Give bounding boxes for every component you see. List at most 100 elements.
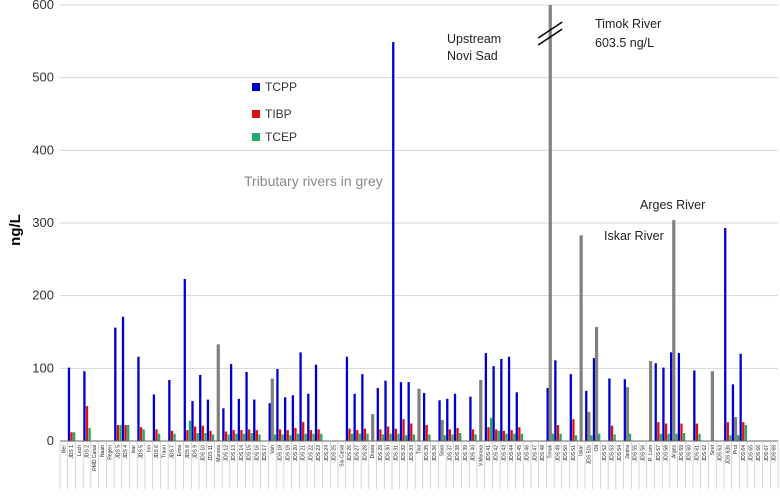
x-category-label: JDS 33 <box>409 445 415 462</box>
bar-tibp-38 <box>356 430 359 441</box>
bar-tcpp-69 <box>592 358 596 441</box>
bar-tcpp-8 <box>121 316 125 441</box>
bar-tibp-44 <box>402 419 405 441</box>
annotation: Novi Sad <box>447 49 498 63</box>
bar-tcpp-23 <box>237 398 240 441</box>
bar-tibp-47 <box>425 425 428 441</box>
bar-tibp-28 <box>278 429 282 441</box>
ftp-concentration-chart: 0100200300400500600 Iller JDS 1 Lech JDS 2R… <box>7 0 779 489</box>
x-category-label: JDS 10 <box>200 445 206 462</box>
bar-tributaries-27 <box>270 378 274 441</box>
bar-tibp-56 <box>495 429 498 441</box>
bar-tibp-64 <box>556 425 560 441</box>
legend-swatch-tcep <box>252 133 260 141</box>
bar-tcpp-78 <box>662 367 665 441</box>
x-category-label: JDS 45 <box>517 445 523 462</box>
bar-tibp-78 <box>664 423 668 441</box>
y-tick-label: 300 <box>32 215 54 230</box>
x-category-label: Tisa <box>417 445 423 454</box>
bar-tcpp-50 <box>446 398 449 441</box>
bar-tcpp-56 <box>492 366 495 441</box>
bar-tibp-42 <box>386 426 390 441</box>
bar-tcpp-22 <box>229 363 233 441</box>
x-category-label: JDS 54 <box>617 445 623 462</box>
bar-tcpp-41 <box>376 387 379 441</box>
bar-tributaries-49 <box>440 419 444 441</box>
bar-tcep-49 <box>443 435 446 441</box>
bar-tcep-45 <box>412 434 416 441</box>
x-category-label: Sava <box>440 445 446 457</box>
x-category-label: JDS 63b <box>725 445 731 464</box>
bar-tcep-87 <box>736 435 740 441</box>
x-category-label: JDS 23 <box>316 445 322 462</box>
x-category-label: JDS 63 <box>718 445 724 462</box>
bar-tibp-53 <box>471 429 475 441</box>
bar-tcep-51 <box>459 433 462 441</box>
bar-tibp-66 <box>572 419 575 441</box>
bar-tcep-7 <box>119 425 122 441</box>
bar-tcep-22 <box>235 433 238 441</box>
bar-tibp-18 <box>201 425 204 441</box>
bar-tcpp-53 <box>469 396 472 441</box>
bar-tcep-28 <box>281 434 284 441</box>
x-category-label: JDS 32 <box>401 445 407 462</box>
bar-tributaries-76 <box>649 361 653 441</box>
bar-tcpp-66 <box>569 374 572 441</box>
bar-tibp-58 <box>510 430 513 441</box>
x-category-label: Prut <box>733 444 739 454</box>
bar-tcpp-68 <box>585 390 588 441</box>
x-category-label: JDS 39 <box>463 445 469 462</box>
x-category-label: JDS 2 <box>85 445 91 459</box>
x-category-label: JDS 65 <box>748 445 754 462</box>
x-category-label: JDS 35 <box>424 445 430 462</box>
bar-tcpp-31 <box>299 352 302 441</box>
x-category-label: Traun <box>162 445 168 458</box>
bar-tcep-47 <box>428 434 431 441</box>
bar-tcpp-43 <box>392 42 395 442</box>
bar-tibp-12 <box>155 429 158 441</box>
bar-tcep-53 <box>474 434 477 441</box>
bar-tcep-58 <box>513 433 516 441</box>
bar-tcpp-18 <box>199 374 202 441</box>
bar-tibp-7 <box>116 425 120 441</box>
bar-tcpp-88 <box>739 353 742 441</box>
bar-tibp-22 <box>232 430 235 441</box>
x-category-label: JDS 13 <box>231 445 237 462</box>
x-category-label: JDS 60 <box>687 445 693 462</box>
bar-tcep-33 <box>320 433 323 441</box>
x-category-label: Jantra <box>625 445 631 459</box>
bar-tibp-14 <box>170 430 174 441</box>
bar-tibp-29 <box>286 430 289 441</box>
bar-tcep-38 <box>358 433 361 441</box>
bar-tcep-55 <box>489 417 493 441</box>
bar-tibp-41 <box>379 429 382 441</box>
bar-tcep-82 <box>698 433 701 441</box>
y-tick-label: 0 <box>47 433 54 448</box>
y-tick-label: 600 <box>32 0 54 12</box>
bar-tcpp-79 <box>670 352 673 441</box>
x-category-label: JDS 26 <box>347 445 353 462</box>
x-category-label: JDS 48 <box>540 445 546 462</box>
bar-tcep-24 <box>250 433 253 441</box>
x-category-label: JDS 36 <box>432 445 438 462</box>
bar-tcep-19 <box>212 434 215 441</box>
x-category-label: Regen <box>108 445 114 460</box>
bar-tcpp-28 <box>276 369 279 441</box>
x-category-label: JDS 5 <box>139 445 145 459</box>
bar-tcep-80 <box>682 433 686 441</box>
x-category-label: JDS 5 <box>115 445 121 459</box>
bar-tcep-10 <box>142 429 145 441</box>
bar-tcep-50 <box>451 434 454 441</box>
bar-tcpp-30 <box>291 395 295 441</box>
x-category-label: JDS 14 <box>239 445 245 462</box>
bar-tributaries-46 <box>417 388 421 441</box>
x-category-label: JDS 57 <box>656 445 662 462</box>
x-category-label: JDS 59 <box>679 445 685 462</box>
annotation: Upstream <box>447 32 501 46</box>
bar-tcpp-58 <box>507 356 511 441</box>
bar-tributaries-67 <box>579 235 583 441</box>
bar-tcpp-33 <box>314 364 318 441</box>
x-category-label: JDS 56 <box>640 445 646 462</box>
x-category-label: JDS 7 <box>169 445 175 459</box>
x-category-label: JDS 43 <box>501 445 507 462</box>
